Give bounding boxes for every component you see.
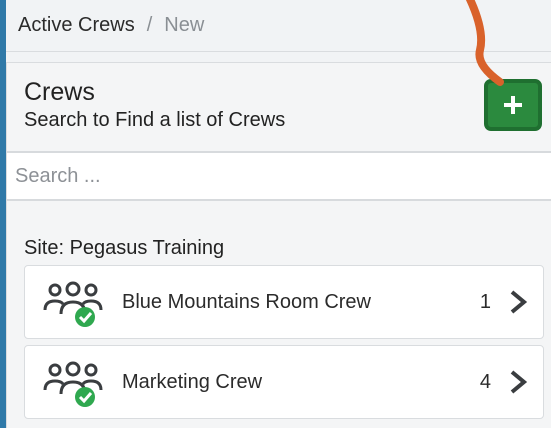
plus-icon: [504, 96, 522, 114]
crew-name: Blue Mountains Room Crew: [122, 290, 371, 313]
crew-verified-icon: [43, 281, 103, 327]
panel-header: Crews Search to Find a list of Crews: [7, 63, 551, 151]
crew-name: Marketing Crew: [122, 370, 263, 393]
site-label: Site: Pegasus Training: [24, 237, 225, 259]
crews-panel: Crews Search to Find a list of Crews Sit…: [6, 62, 551, 428]
breadcrumb-current: New: [164, 14, 205, 36]
search-bar: [7, 151, 551, 201]
crew-member-count: 1: [479, 290, 491, 313]
crew-list-item[interactable]: Blue Mountains Room Crew 1: [24, 265, 544, 339]
breadcrumb-separator: /: [146, 14, 153, 36]
crew-list-item[interactable]: Marketing Crew 4: [24, 345, 544, 419]
search-input[interactable]: [7, 153, 551, 199]
breadcrumb: Active Crews / New: [6, 0, 551, 52]
chevron-right-icon[interactable]: [507, 289, 529, 315]
breadcrumb-active-crews[interactable]: Active Crews: [18, 14, 135, 37]
crew-member-count: 4: [479, 370, 491, 393]
chevron-right-icon[interactable]: [507, 369, 529, 395]
panel-subtitle: Search to Find a list of Crews: [24, 109, 286, 131]
crew-verified-icon: [43, 361, 103, 407]
add-crew-button[interactable]: [484, 79, 542, 131]
panel-title: Crews: [24, 78, 95, 106]
